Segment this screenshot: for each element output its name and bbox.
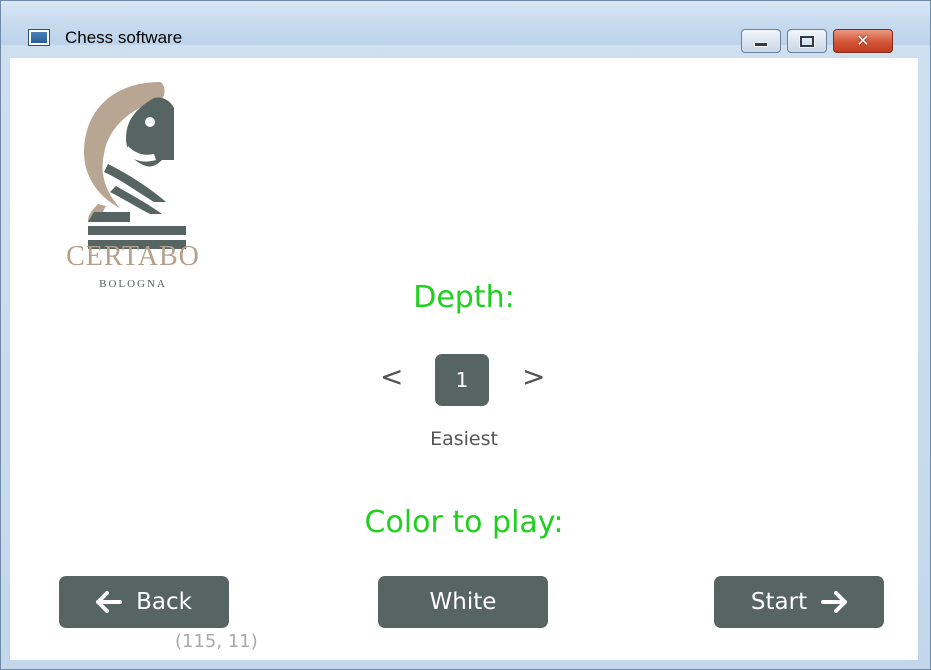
window-title: Chess software [65, 28, 183, 47]
start-button[interactable]: Start [714, 576, 884, 628]
brand-name: CERTABO [66, 241, 200, 272]
depth-heading: Depth: [413, 280, 515, 315]
depth-value: 1 [435, 354, 489, 406]
close-button[interactable]: ✕ [833, 29, 893, 53]
main-panel: CERTABO BOLOGNA Depth: < 1 > Easiest Col… [10, 58, 918, 660]
color-heading: Color to play: [364, 505, 564, 540]
app-window: Chess software ✕ CERTABO BOLOGNA Depth: … [0, 0, 931, 670]
minimize-button[interactable] [741, 29, 781, 53]
depth-decrease-button[interactable]: < [380, 360, 403, 393]
color-select-label: White [429, 589, 497, 615]
title-bar[interactable]: Chess software ✕ [1, 1, 930, 53]
depth-description: Easiest [430, 428, 498, 450]
maximize-button[interactable] [787, 29, 827, 53]
app-window-icon [28, 29, 50, 46]
start-button-label: Start [750, 589, 808, 615]
minimize-icon [754, 41, 768, 47]
maximize-icon [800, 35, 814, 47]
arrow-left-icon [96, 591, 123, 613]
back-button-label: Back [136, 589, 192, 615]
depth-increase-button[interactable]: > [522, 360, 545, 393]
color-select-button[interactable]: White [378, 576, 548, 628]
cursor-coordinates: (115, 11) [175, 631, 258, 652]
arrow-right-icon [821, 591, 848, 613]
back-button[interactable]: Back [59, 576, 229, 628]
close-icon: ✕ [856, 31, 870, 50]
